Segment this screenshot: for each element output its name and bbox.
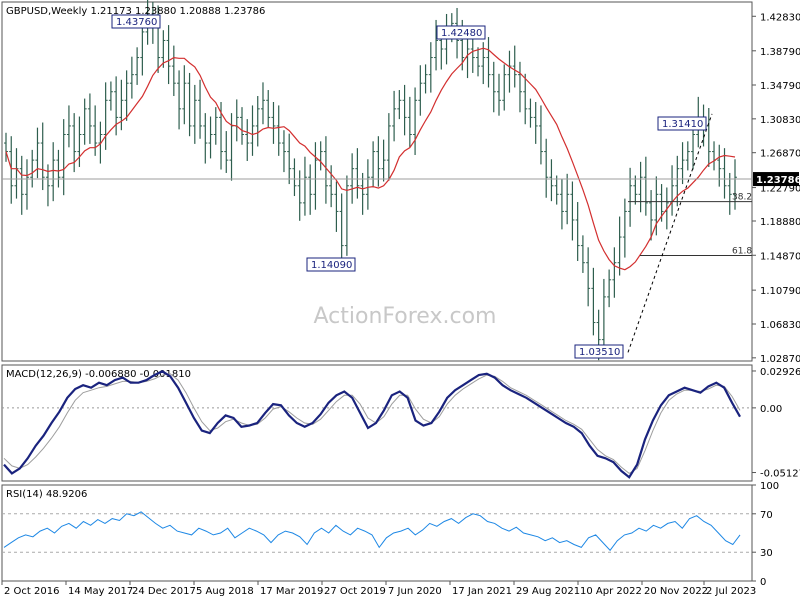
price-annotation-label: 1.43760 bbox=[116, 17, 157, 28]
rsi-tick-label: 0 bbox=[760, 577, 766, 588]
price-tick-label: 1.14870 bbox=[760, 251, 800, 262]
x-tick-label: 7 Jun 2020 bbox=[388, 586, 442, 597]
x-tick-label: 17 Jan 2021 bbox=[452, 586, 512, 597]
x-tick-label: 17 Mar 2019 bbox=[260, 586, 323, 597]
x-tick-label: 24 Dec 2017 bbox=[132, 586, 196, 597]
price-tick-label: 1.18880 bbox=[760, 217, 800, 228]
macd-tick-label: 0.00 bbox=[760, 404, 782, 415]
rsi-tick-label: 30 bbox=[760, 548, 773, 559]
price-annotation-label: 1.03510 bbox=[579, 347, 620, 358]
fib-label: 38.2 bbox=[732, 193, 752, 203]
price-tick-label: 1.10790 bbox=[760, 286, 800, 297]
gbpusd-weekly-chart: 1.428301.387901.347901.308301.268701.227… bbox=[1, 0, 800, 597]
rsi-panel-header: RSI(14) 48.9206 bbox=[6, 489, 87, 500]
price-tick-label: 1.06830 bbox=[760, 320, 800, 331]
rsi-tick-label: 70 bbox=[760, 510, 773, 521]
price-annotation-label: 1.42480 bbox=[441, 28, 482, 39]
x-tick-label: 5 Aug 2018 bbox=[196, 586, 254, 597]
price-tick-label: 1.42830 bbox=[760, 12, 800, 23]
x-tick-label: 2 Oct 2016 bbox=[4, 586, 59, 597]
price-annotation-label: 1.31410 bbox=[662, 119, 703, 130]
price-tick-label: 1.30830 bbox=[760, 115, 800, 126]
x-tick-label: 14 May 2017 bbox=[68, 586, 133, 597]
rsi-panel bbox=[1, 484, 753, 582]
x-tick-label: 27 Oct 2019 bbox=[324, 586, 386, 597]
fib-label: 61.8 bbox=[732, 247, 752, 257]
price-annotation-label: 1.14090 bbox=[311, 260, 352, 271]
price-tick-label: 1.02870 bbox=[760, 354, 800, 365]
x-tick-label: 29 Aug 2021 bbox=[516, 586, 580, 597]
x-tick-label: 20 Nov 2022 bbox=[644, 586, 708, 597]
rsi-tick-label: 100 bbox=[760, 481, 779, 492]
watermark: ActionForex.com bbox=[314, 304, 497, 329]
price-panel-header: GBPUSD,Weekly 1.21173 1.23880 1.20888 1.… bbox=[6, 6, 265, 17]
price-tick-label: 1.34790 bbox=[760, 81, 800, 92]
price-tick-label: 1.26870 bbox=[760, 149, 800, 160]
current-price-label: 1.23786 bbox=[756, 175, 800, 186]
macd-tick-label: 0.029261 bbox=[760, 367, 800, 378]
chart-window: 1.42830 1.38790 1.34790 1.30830 1.26870 1.227… bbox=[0, 0, 800, 600]
x-tick-label: 10 Apr 2022 bbox=[580, 586, 642, 597]
price-tick-label: 1.38790 bbox=[760, 47, 800, 58]
macd-tick-label: -0.051279 bbox=[760, 469, 800, 480]
x-tick-label: 2 Jul 2023 bbox=[706, 586, 756, 597]
